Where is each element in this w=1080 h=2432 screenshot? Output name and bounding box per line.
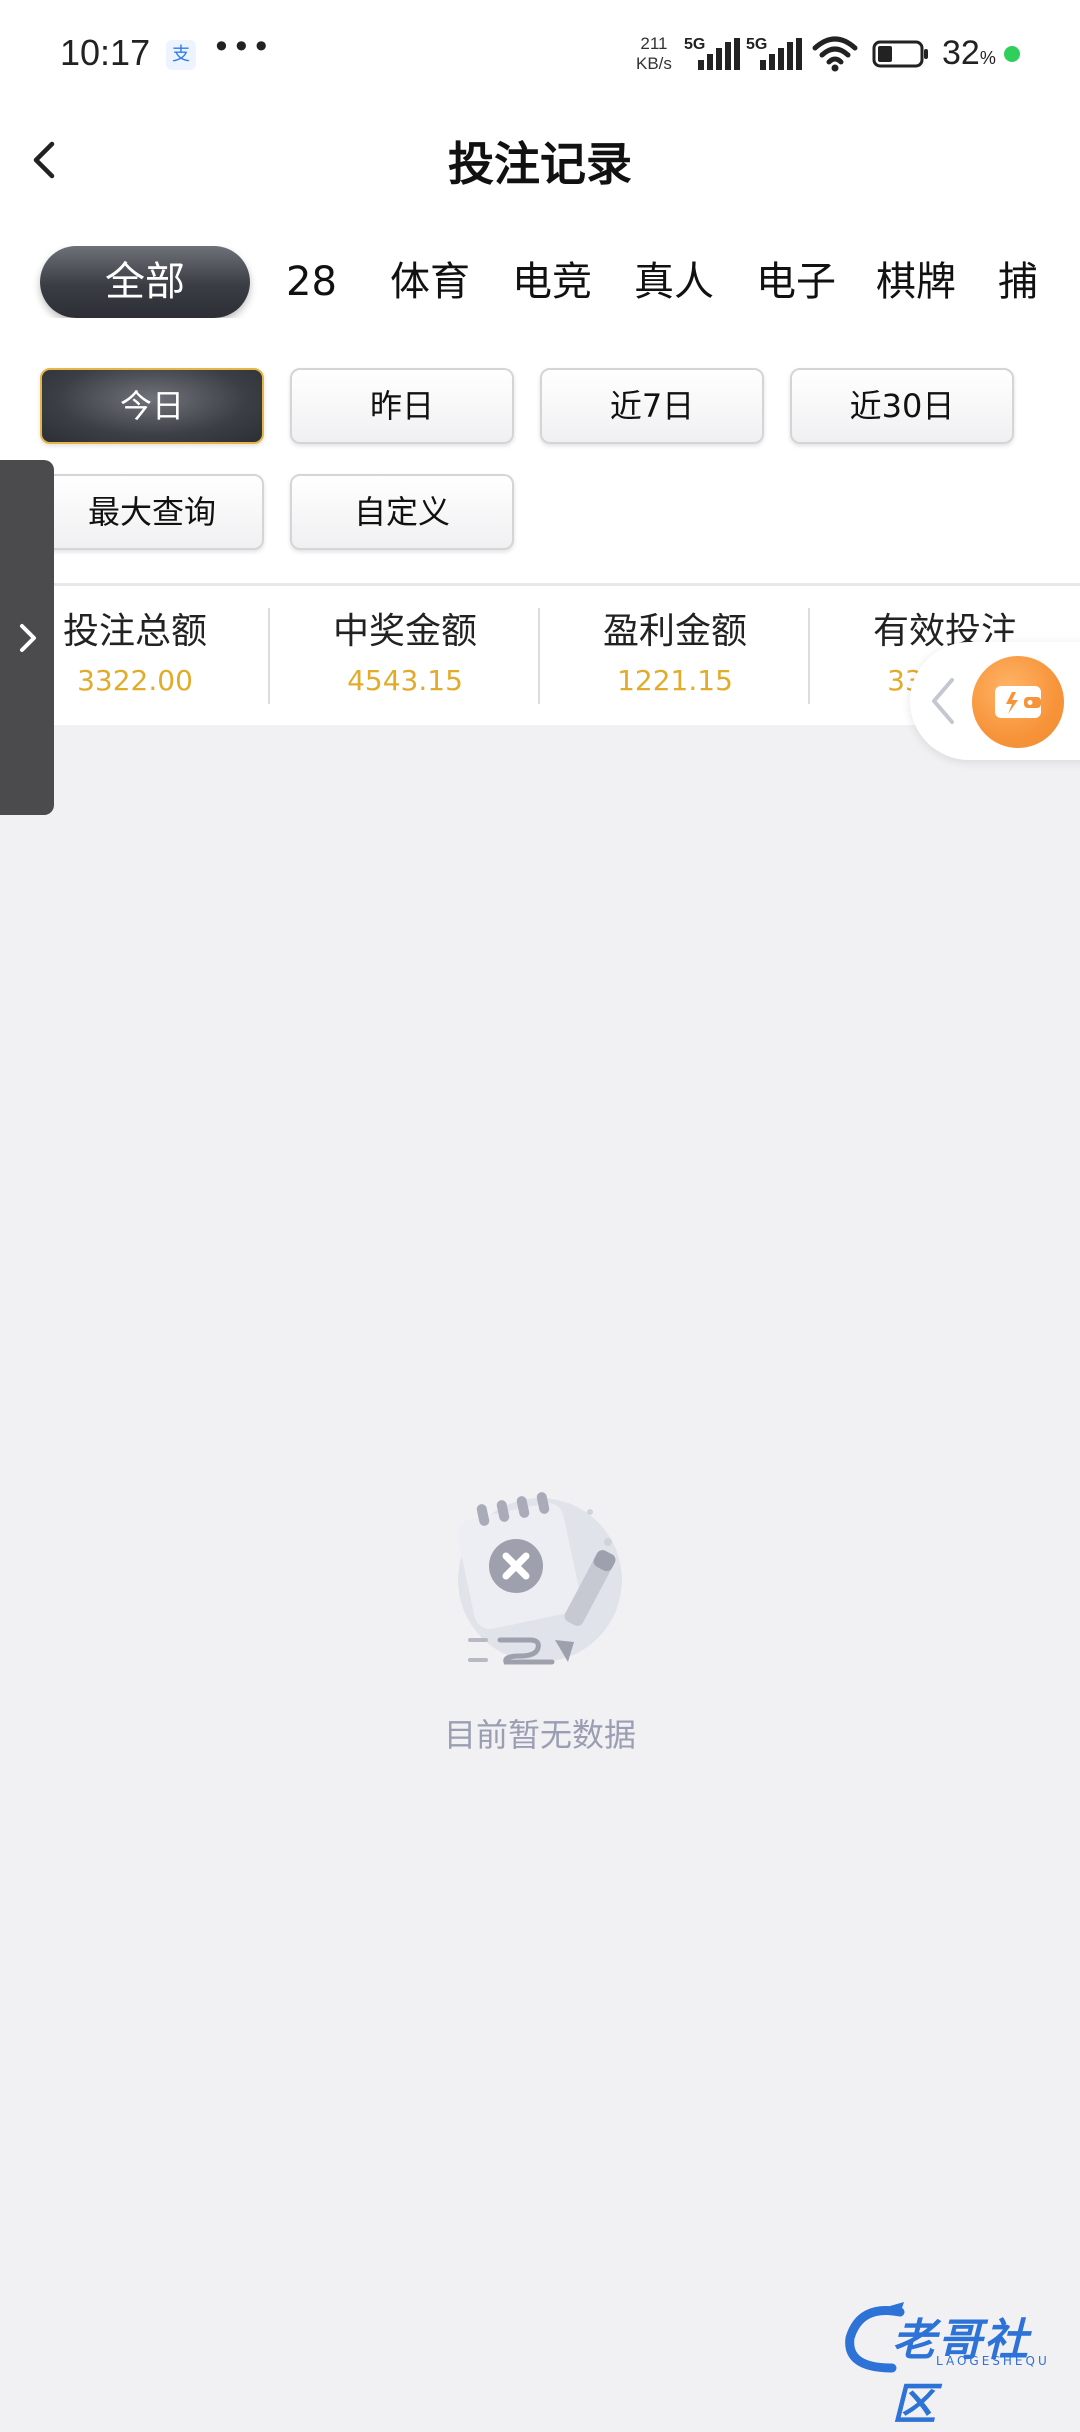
stat-winnings: 中奖金额 4543.15 <box>270 605 540 701</box>
more-notifications-icon: ••• <box>212 28 272 66</box>
alipay-icon: 支 <box>166 40 196 70</box>
filter-today[interactable]: 今日 <box>40 368 264 444</box>
watermark-subtext: LAOGESHEQU <box>936 2354 1050 2368</box>
tab-28[interactable]: 28 <box>286 246 337 318</box>
floating-wallet-widget[interactable] <box>910 642 1080 760</box>
net-speed: 211 KB/s <box>636 34 672 74</box>
divider <box>0 583 1080 586</box>
header: 投注记录 <box>0 110 1080 210</box>
tab-sports[interactable]: 体育 <box>390 246 470 318</box>
empty-notebook-icon <box>457 1492 622 1665</box>
chevron-right-icon <box>20 624 36 652</box>
battery-icon <box>872 40 928 68</box>
signal-icon <box>760 38 802 70</box>
net-speed-value: 211 <box>640 34 668 53</box>
chevron-left-icon[interactable] <box>928 676 958 726</box>
wallet-icon <box>995 686 1041 718</box>
category-tabs: 全部 28 体育 电竞 真人 电子 棋牌 捕鱼 <box>0 246 1040 318</box>
filter-custom[interactable]: 自定义 <box>290 474 514 550</box>
watermark-logo: 老哥社区 LAOGESHEQU <box>840 2298 1070 2430</box>
tab-esports[interactable]: 电竞 <box>512 246 592 318</box>
stat-value: 4543.15 <box>347 664 463 697</box>
wifi-icon <box>812 36 858 72</box>
wallet-button[interactable] <box>972 656 1064 748</box>
side-drawer-handle[interactable] <box>0 460 54 815</box>
stat-label: 盈利金额 <box>602 611 747 652</box>
tab-all[interactable]: 全部 <box>40 246 250 318</box>
filter-7days[interactable]: 近7日 <box>540 368 764 444</box>
empty-state-message: 目前暂无数据 <box>443 1716 636 1754</box>
status-bar: 10:17 支 ••• 211 KB/s 5G 5G 32% <box>0 0 1080 110</box>
battery-level: 32% <box>942 34 996 73</box>
stat-profit: 盈利金额 1221.15 <box>540 605 810 701</box>
status-time: 10:17 <box>60 32 151 73</box>
privacy-indicator <box>1004 46 1020 62</box>
tab-fishing[interactable]: 捕鱼 <box>998 246 1040 318</box>
filter-30days[interactable]: 近30日 <box>790 368 1014 444</box>
page-title: 投注记录 <box>448 137 632 191</box>
tab-slots[interactable]: 电子 <box>756 246 836 318</box>
tab-live[interactable]: 真人 <box>634 246 714 318</box>
signal-icon <box>698 38 740 70</box>
watermark-text: 老哥社区 <box>892 2315 1030 2430</box>
stat-label: 中奖金额 <box>332 611 477 652</box>
battery-percent: 32 <box>942 34 980 72</box>
net-speed-unit: KB/s <box>636 54 672 73</box>
tab-chess[interactable]: 棋牌 <box>876 246 956 318</box>
filter-yesterday[interactable]: 昨日 <box>290 368 514 444</box>
battery-unit: % <box>979 48 996 68</box>
stat-value: 1221.15 <box>617 664 733 697</box>
filter-max-query[interactable]: 最大查询 <box>40 474 264 550</box>
